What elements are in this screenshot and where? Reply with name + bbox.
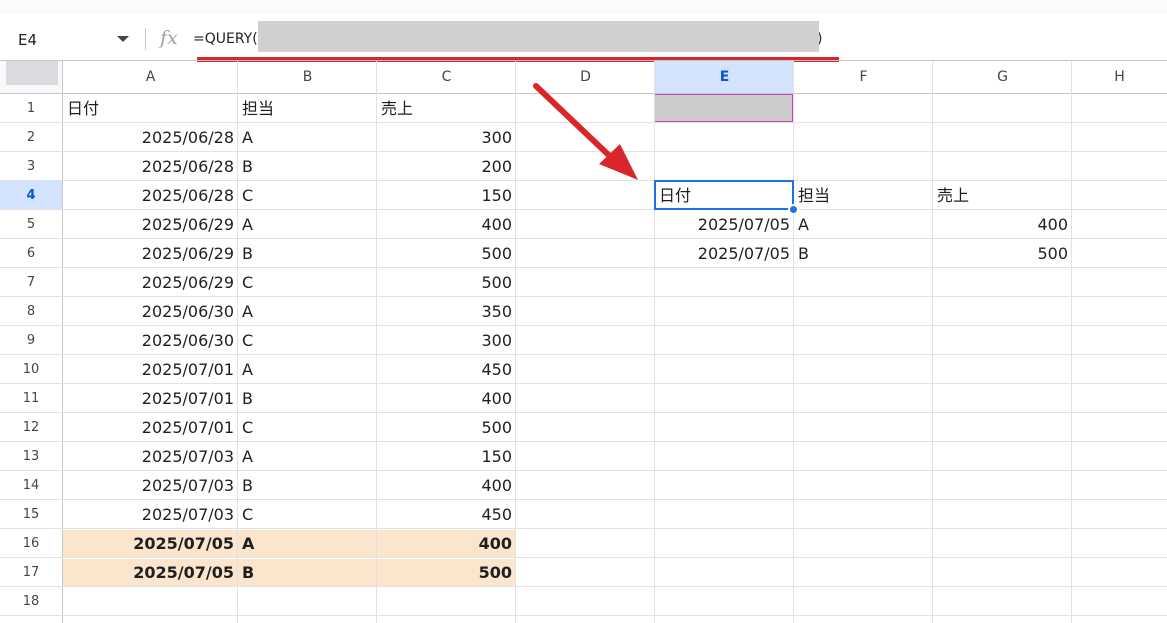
red-arrow-annotation xyxy=(533,83,638,180)
arrow-shaft xyxy=(533,83,619,165)
spreadsheet-app: E4 fx =QUERY( ) ABCDEFGH 1 2 3 4 5 6 7 8 9 10 11 12… xyxy=(0,0,1167,623)
